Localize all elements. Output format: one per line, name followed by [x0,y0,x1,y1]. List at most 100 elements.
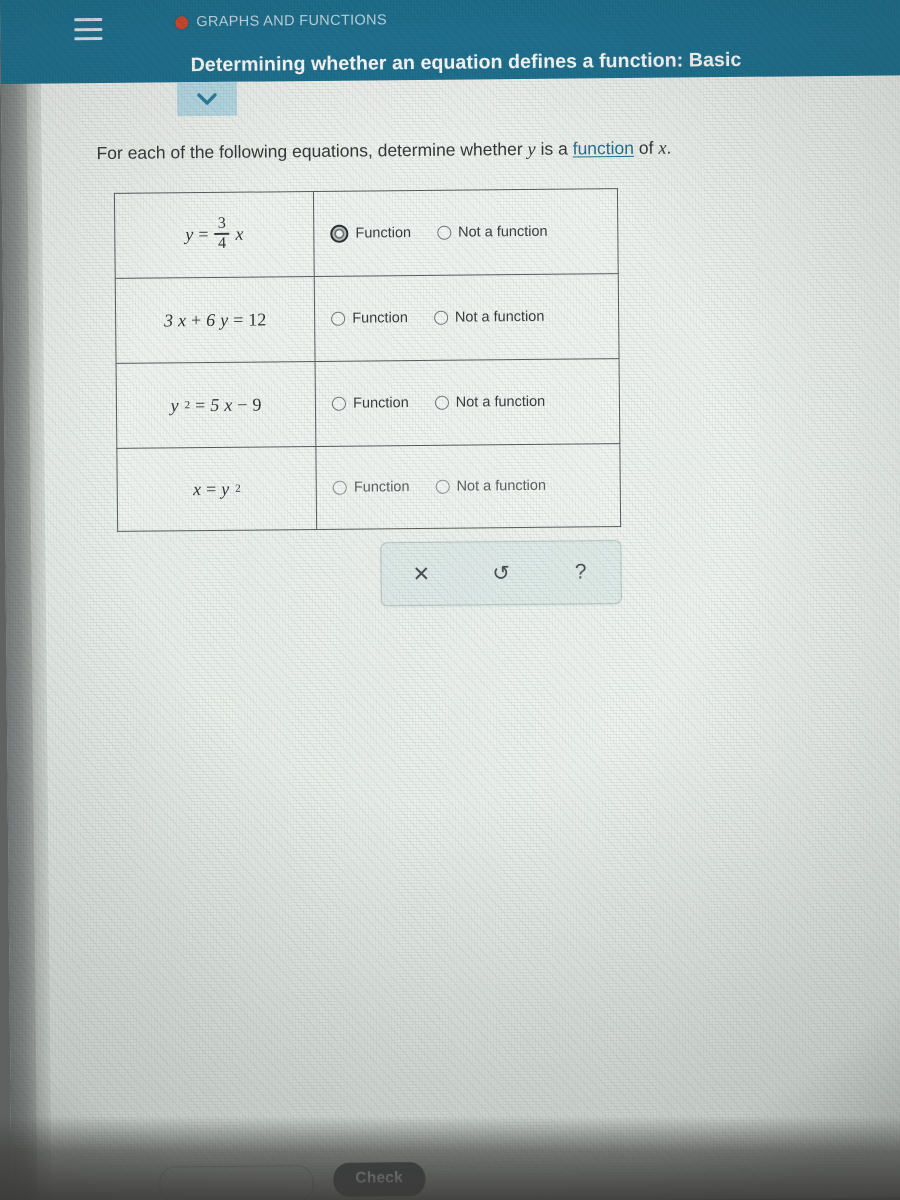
radio-label-function: Function [353,395,409,412]
eq4-rhs-var: y [221,478,230,499]
options-cell-2: Function Not a function [314,273,620,362]
check-button-label: Check [355,1169,403,1187]
prompt-part-2: is a [535,138,573,159]
eq1-fraction: 3 4 [214,214,230,252]
eq4-lhs-var: x [192,478,202,499]
prompt-variable-x: x [658,138,667,159]
eq3-lhs-exponent: 2 [184,399,191,412]
eq2-constant: 12 [248,308,267,330]
eq1-denominator: 4 [217,234,227,252]
clear-button[interactable]: ✕ [395,552,447,596]
eq3-equals: = [195,394,206,415]
screen-surface: GRAPHS AND FUNCTIONS Determining whether… [0,0,900,1200]
eq1-operator: = [198,224,209,245]
eq2-equals: = [233,309,244,330]
radio-group-2: Function Not a function [331,308,618,327]
radio-button-function-2[interactable] [331,311,346,326]
instruction-text: For each of the following equations, det… [96,135,886,166]
undo-arrow-icon: ↺ [492,561,510,585]
eq2-var-x: x [177,309,187,330]
prompt-part-1: For each of the following equations, det… [96,138,528,164]
radio-button-function-4[interactable] [332,480,347,495]
radio-option-function-3[interactable]: Function [332,395,409,412]
hamburger-line [74,18,103,22]
radio-option-function-1[interactable]: Function [330,224,411,243]
options-cell-4: Function Not a function [316,443,621,530]
radio-button-function-1[interactable] [330,224,349,243]
question-mark-icon: ? [574,560,587,584]
secondary-action-button[interactable] [159,1165,314,1200]
radio-option-not-a-function-1[interactable]: Not a function [437,224,548,241]
prompt-part-3: of [633,137,659,158]
eq1-trailing-var: x [235,224,244,245]
radio-group-3: Function Not a function [332,393,619,412]
eq2-coef-y: 6 [206,309,216,330]
radio-button-not-a-function-4[interactable] [435,479,450,494]
equation-cell-4: x = y2 [116,446,317,532]
collapse-panel-tab[interactable] [176,81,238,117]
equation-4: x = y2 [193,478,241,499]
radio-option-not-a-function-2[interactable]: Not a function [433,308,545,326]
radio-group-1: Function Not a function [330,222,617,243]
radio-label-function: Function [352,310,408,327]
eq3-minus: − [237,394,248,415]
hamburger-line [74,27,103,31]
page-title: Determining whether an equation defines … [190,48,742,77]
eq1-lhs: y [185,224,194,245]
prompt-part-4: . [666,137,672,158]
table-row: y = 3 4 x Function Not a function [114,188,619,279]
eq2-var-y: y [220,309,229,330]
equations-table: y = 3 4 x Function Not a function 3 x + … [113,188,622,532]
answer-toolbar: ✕ ↺ ? [380,540,622,607]
options-cell-3: Function Not a function [315,358,620,447]
help-button[interactable]: ? [555,550,607,594]
radio-button-function-3[interactable] [332,396,347,411]
eq4-rhs-exponent: 2 [235,482,241,495]
radio-option-not-a-function-3[interactable]: Not a function [434,393,546,411]
photographed-screen: GRAPHS AND FUNCTIONS Determining whether… [0,0,900,1200]
radio-button-not-a-function-3[interactable] [434,395,449,410]
topic-label: GRAPHS AND FUNCTIONS [196,12,388,31]
radio-label-not-a-function: Not a function [456,477,547,495]
equation-cell-2: 3x + 6y = 12 [115,276,316,364]
eq3-rhs-constant: 9 [252,394,262,415]
equation-cell-3: y2 = 5x − 9 [116,361,317,449]
radio-label-function: Function [353,479,410,496]
hamburger-line [74,37,103,41]
equation-2: 3x + 6y = 12 [164,309,267,331]
radio-label-not-a-function: Not a function [455,393,546,411]
table-row: y2 = 5x − 9 Function Not a function [116,358,620,449]
header-kicker: GRAPHS AND FUNCTIONS [175,12,387,30]
radio-button-not-a-function-1[interactable] [437,225,452,240]
equation-cell-1: y = 3 4 x [114,191,315,279]
eq3-lhs-var: y [170,394,179,415]
radio-group-4: Function Not a function [332,477,620,496]
options-cell-1: Function Not a function [313,188,619,277]
equation-3: y2 = 5x − 9 [171,394,262,416]
radio-option-not-a-function-4[interactable]: Not a function [435,478,546,495]
radio-option-function-2[interactable]: Function [331,310,408,327]
app-header: GRAPHS AND FUNCTIONS Determining whether… [0,0,900,84]
radio-label-function: Function [355,225,412,242]
radio-label-not-a-function: Not a function [458,223,548,241]
radio-option-function-4[interactable]: Function [332,479,410,496]
eq1-numerator: 3 [217,214,226,232]
table-row: x = y2 Function Not a function [116,443,621,532]
eq3-rhs-var: x [224,394,233,415]
radio-label-not-a-function: Not a function [454,308,545,326]
bottom-action-bar: Check [11,1151,900,1200]
eq2-plus: + [190,309,202,330]
radio-button-not-a-function-2[interactable] [433,310,448,325]
hamburger-menu-icon[interactable] [74,18,103,41]
table-row: 3x + 6y = 12 Function Not a function [115,273,620,364]
eq3-rhs-coef: 5 [210,394,220,415]
equation-1: y = 3 4 x [185,214,244,253]
eq4-equals: = [205,478,217,499]
undo-button[interactable]: ↺ [475,551,527,595]
red-record-dot-icon [175,15,189,29]
eq2-coef-x: 3 [163,309,174,330]
check-button[interactable]: Check [333,1161,426,1197]
chevron-down-icon [197,93,217,105]
function-glossary-link[interactable]: function [573,138,634,159]
x-icon: ✕ [412,562,431,586]
